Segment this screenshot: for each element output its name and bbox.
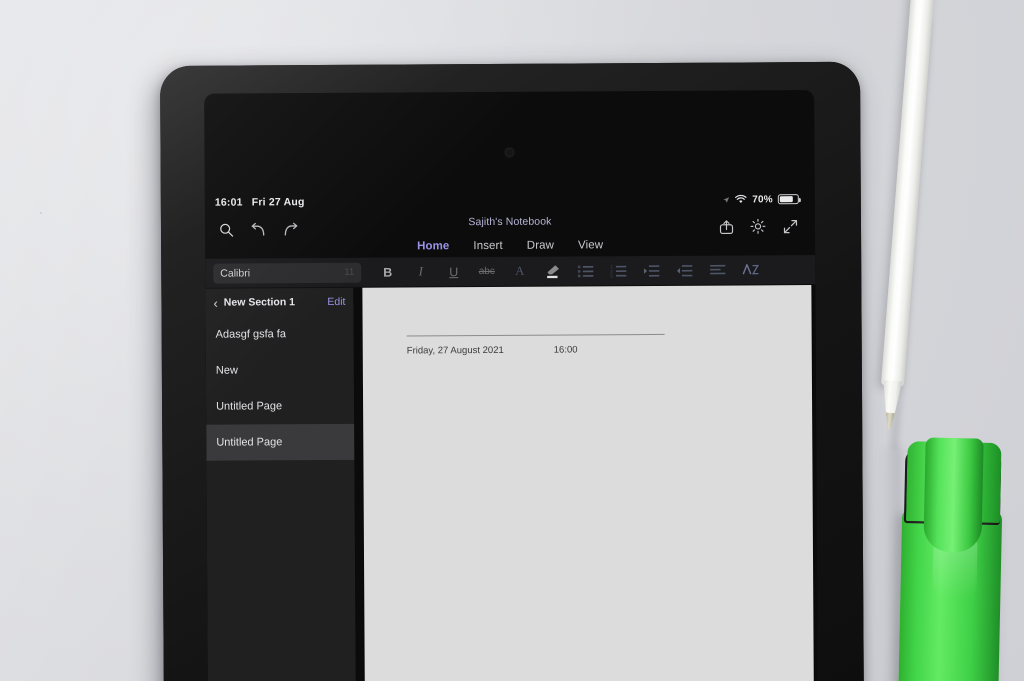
font-size-value[interactable]: 11 bbox=[344, 267, 354, 278]
edit-button[interactable]: Edit bbox=[327, 296, 345, 308]
page-list-item-1[interactable]: Adasgf gsfa fa bbox=[206, 316, 354, 353]
bold-button[interactable]: B bbox=[371, 259, 404, 285]
svg-text:3: 3 bbox=[610, 273, 613, 278]
title-divider bbox=[406, 333, 665, 337]
front-camera bbox=[505, 147, 515, 157]
numbered-list-button[interactable]: 123 bbox=[602, 258, 635, 284]
note-page-content: Friday, 27 August 2021 16:00 bbox=[406, 333, 772, 356]
section-header: ‹ New Section 1 Edit bbox=[205, 288, 353, 317]
align-button[interactable] bbox=[701, 257, 734, 283]
tablet-device: 16:01 Fri 27 Aug 70% Sajith's Notebook H… bbox=[160, 61, 864, 681]
note-meta-row: Friday, 27 August 2021 16:00 bbox=[407, 343, 772, 356]
increase-indent-button[interactable] bbox=[635, 257, 668, 283]
tab-draw[interactable]: Draw bbox=[527, 240, 554, 252]
font-color-button[interactable]: A bbox=[503, 258, 536, 284]
page-list-sidebar: ‹ New Section 1 Edit Adasgf gsfa fa New … bbox=[205, 287, 356, 681]
status-bar-right: 70% bbox=[723, 194, 799, 205]
note-canvas[interactable]: Friday, 27 August 2021 16:00 bbox=[353, 285, 818, 681]
note-date[interactable]: Friday, 27 August 2021 bbox=[407, 345, 504, 357]
status-date: Fri 27 Aug bbox=[251, 196, 305, 209]
section-name: New Section 1 bbox=[223, 296, 296, 309]
font-name-input[interactable]: Calibri 11 bbox=[213, 262, 362, 284]
stylus-tip bbox=[885, 412, 895, 430]
format-toolbar: Calibri 11 B I U abc A 1 2 3 bbox=[205, 255, 816, 289]
clear-formatting-button[interactable] bbox=[734, 257, 767, 283]
marker-pocket-clip bbox=[923, 437, 984, 553]
tab-home[interactable]: Home bbox=[417, 240, 449, 252]
status-time: 16:01 bbox=[214, 196, 243, 209]
page-list-item-2[interactable]: New bbox=[206, 352, 354, 389]
highlight-button[interactable] bbox=[536, 258, 569, 284]
note-page-paper[interactable]: Friday, 27 August 2021 16:00 bbox=[362, 285, 814, 681]
highlighter-marker bbox=[890, 435, 1011, 681]
location-arrow-icon bbox=[723, 196, 730, 203]
battery-percent-label: 70% bbox=[752, 193, 773, 205]
page-list-item-3[interactable]: Untitled Page bbox=[206, 388, 354, 425]
page-list-item-4[interactable]: Untitled Page bbox=[206, 423, 355, 461]
stylus-cone bbox=[881, 380, 903, 415]
battery-icon bbox=[777, 194, 799, 205]
font-name-value: Calibri bbox=[220, 266, 251, 280]
italic-button[interactable]: I bbox=[404, 259, 437, 285]
status-bar-left: 16:01 Fri 27 Aug bbox=[215, 196, 305, 209]
strikethrough-button[interactable]: abc bbox=[470, 258, 503, 284]
back-chevron-icon[interactable]: ‹ bbox=[213, 295, 217, 310]
wifi-icon bbox=[735, 194, 747, 203]
tab-insert[interactable]: Insert bbox=[473, 240, 502, 252]
tab-view[interactable]: View bbox=[578, 239, 603, 251]
desk-speck bbox=[40, 212, 42, 214]
tablet-screen: 16:01 Fri 27 Aug 70% Sajith's Notebook H… bbox=[204, 90, 818, 681]
bulleted-list-button[interactable] bbox=[569, 258, 602, 284]
note-time[interactable]: 16:00 bbox=[554, 344, 578, 355]
decrease-indent-button[interactable] bbox=[668, 257, 701, 283]
underline-button[interactable]: U bbox=[437, 259, 470, 285]
